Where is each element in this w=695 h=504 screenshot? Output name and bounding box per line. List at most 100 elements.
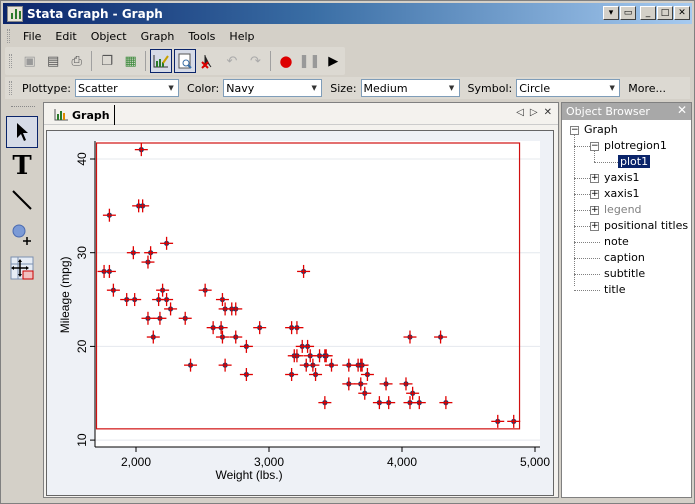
palette-grip[interactable] (11, 106, 35, 110)
x-tick-label: 5,000 (520, 455, 550, 469)
copy-button[interactable]: ❐ (96, 49, 118, 73)
text-tool[interactable]: T (6, 150, 38, 182)
tab-next-icon[interactable]: ▷ (530, 107, 538, 118)
expand-icon[interactable]: + (590, 174, 599, 183)
object-browser-button[interactable] (173, 49, 196, 73)
pause-icon: ❚❚ (298, 53, 321, 69)
chevron-down-icon[interactable]: ▼ (605, 80, 620, 96)
toolbar-separator (145, 51, 147, 71)
rename-button[interactable]: ▦ (120, 49, 142, 73)
chevron-down-icon[interactable]: ▼ (307, 80, 322, 96)
plottype-select[interactable]: Scatter ▼ (75, 79, 180, 97)
restore-button[interactable]: ▭ (620, 6, 636, 20)
symbol-value: Circle (519, 81, 551, 95)
delete-pointer-button[interactable] (198, 49, 220, 73)
collapse-icon[interactable]: − (570, 126, 579, 135)
chevron-down-icon[interactable]: ▼ (164, 80, 179, 96)
menu-edit[interactable]: Edit (48, 30, 83, 43)
tree-node-label: xaxis1 (604, 187, 640, 200)
tree-node-note[interactable]: note (604, 234, 629, 250)
tree-connector (574, 258, 600, 259)
undo-button[interactable]: ↶ (221, 49, 243, 73)
y-axis-title: Mileage (mpg) (58, 257, 72, 334)
tree-node-yaxis1[interactable]: yaxis1 (604, 170, 640, 186)
collapse-icon[interactable]: − (590, 142, 599, 151)
title-bar[interactable]: Stata Graph - Graph ▾ ▭ _ □ ✕ (3, 3, 692, 24)
y-tick-label: 20 (75, 339, 89, 353)
x-tick-label: 2,000 (121, 455, 151, 469)
play-button[interactable]: ▶ (322, 49, 344, 73)
color-select[interactable]: Navy ▼ (223, 79, 323, 97)
object-browser-panel: Object Browser ✕ − Graph − plotregion1 plot1… (561, 102, 692, 498)
tree-node-subtitle[interactable]: subtitle (604, 266, 645, 282)
maximize-button[interactable]: □ (657, 6, 673, 20)
record-button[interactable]: ● (275, 49, 297, 73)
color-label: Color: (187, 81, 220, 95)
window-title: Stata Graph - Graph (27, 6, 163, 21)
propbar-grip[interactable] (9, 81, 12, 95)
menu-graph[interactable]: Graph (134, 30, 182, 43)
play-icon: ▶ (328, 53, 339, 69)
plottype-label: Plottype: (22, 81, 72, 95)
stata-graph-window: Stata Graph - Graph ▾ ▭ _ □ ✕ File Edit … (0, 0, 695, 504)
tree-node-caption[interactable]: caption (604, 250, 645, 266)
save-button[interactable]: ▤ (42, 49, 64, 73)
menubar-grip[interactable] (7, 29, 10, 43)
tree-connector (594, 162, 618, 163)
size-select[interactable]: Medium ▼ (360, 79, 460, 97)
menu-file[interactable]: File (16, 30, 48, 43)
tab-prev-icon[interactable]: ◁ (516, 107, 524, 118)
redo-button[interactable]: ↷ (245, 49, 267, 73)
menu-tools[interactable]: Tools (181, 30, 222, 43)
more-button[interactable]: More... (628, 82, 666, 95)
close-icon[interactable]: ✕ (677, 103, 687, 117)
open-icon: ▣ (23, 53, 36, 69)
toolbar-grip[interactable] (9, 54, 12, 68)
print-icon: ⎙ (71, 53, 82, 69)
graph-tab-bar: Graph ◁ ▷ ✕ (44, 103, 558, 125)
print-button[interactable]: ⎙ (66, 49, 88, 73)
tree-node-positional-titles[interactable]: positional titles (604, 218, 688, 234)
tree-node-plotregion1[interactable]: plotregion1 (604, 138, 667, 154)
line-tool[interactable] (6, 184, 38, 216)
tree-connector (574, 178, 590, 179)
object-browser-title: Object Browser (566, 105, 650, 118)
toolbar-separator (270, 51, 272, 71)
tree-node-label: Graph (584, 123, 618, 136)
marker-tool[interactable] (6, 218, 38, 250)
tab-graph[interactable]: Graph (50, 105, 115, 125)
tab-close-icon[interactable]: ✕ (544, 107, 552, 118)
tree-node-Graph[interactable]: Graph (584, 122, 618, 138)
y-tick-label: 30 (75, 246, 89, 260)
tree-node-xaxis1[interactable]: xaxis1 (604, 186, 640, 202)
graph-pane: Graph ◁ ▷ ✕ 10 20 30 40 2,000 3,000 4,000 5,000… (43, 102, 559, 498)
open-button[interactable]: ▣ (19, 49, 41, 73)
main-toolbar: ▣ ▤ ⎙ ❐ ▦ ↶ ↷ ● ❚❚ ▶ (5, 47, 345, 75)
menu-help[interactable]: Help (222, 30, 261, 43)
close-button[interactable]: ✕ (674, 6, 690, 20)
window-menu-button[interactable]: ▾ (603, 6, 619, 20)
expand-icon[interactable]: + (590, 190, 599, 199)
tree-node-plot1[interactable]: plot1 (618, 154, 651, 170)
tree-node-label: note (604, 235, 629, 248)
save-icon: ▤ (47, 53, 60, 69)
grid-edit-tool[interactable] (6, 252, 38, 284)
object-browser-header: Object Browser ✕ (562, 103, 691, 120)
pause-button[interactable]: ❚❚ (299, 49, 321, 73)
y-tick-label: 10 (75, 433, 89, 447)
tree-node-legend[interactable]: legend (604, 202, 642, 218)
scatter-chart[interactable]: 10 20 30 40 2,000 3,000 4,000 5,000 Weight (lbs.… (47, 131, 553, 495)
menu-object[interactable]: Object (84, 30, 134, 43)
graph-canvas[interactable]: 10 20 30 40 2,000 3,000 4,000 5,000 Weight (lbs.… (46, 130, 554, 496)
tree-node-title[interactable]: title (604, 282, 626, 298)
graph-editor-button[interactable] (150, 49, 172, 73)
pointer-tool[interactable] (6, 116, 38, 148)
expand-icon[interactable]: + (590, 206, 599, 215)
chevron-down-icon[interactable]: ▼ (444, 80, 459, 96)
symbol-select[interactable]: Circle ▼ (516, 79, 621, 97)
expand-icon[interactable]: + (590, 222, 599, 231)
tab-graph-label: Graph (72, 108, 110, 122)
color-value: Navy (226, 81, 255, 95)
tree-node-label: legend (604, 203, 642, 216)
minimize-button[interactable]: _ (640, 6, 656, 20)
